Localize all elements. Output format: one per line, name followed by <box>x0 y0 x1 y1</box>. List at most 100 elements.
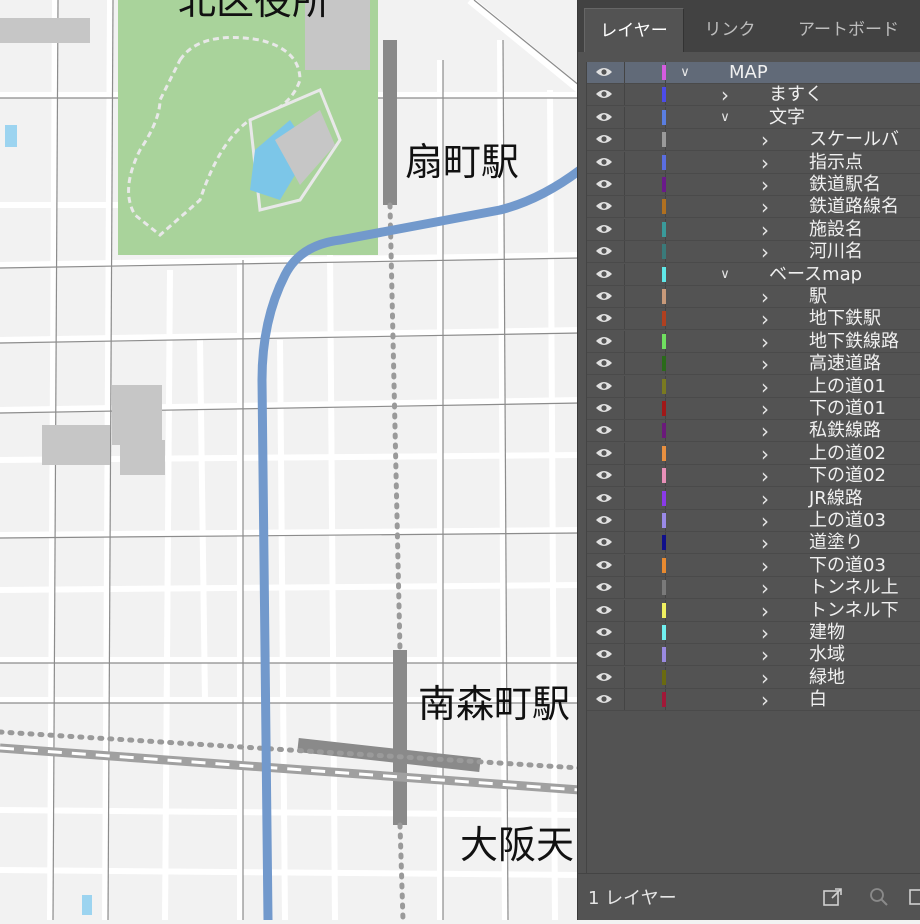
lock-toggle-cell[interactable] <box>624 129 666 151</box>
visibility-eye-icon[interactable] <box>595 447 613 459</box>
lock-toggle-cell[interactable] <box>624 330 666 352</box>
lock-toggle-cell[interactable] <box>624 308 666 330</box>
lock-toggle-cell[interactable] <box>624 106 666 128</box>
layer-row[interactable]: › 上の道03 <box>587 510 920 532</box>
layer-row[interactable]: › トンネル下 <box>587 599 920 622</box>
layer-row[interactable]: › 地下鉄線路 <box>587 330 920 353</box>
chevron-right-icon[interactable]: › <box>759 489 771 509</box>
layer-row[interactable]: › 水域 <box>587 644 920 667</box>
lock-toggle-cell[interactable] <box>624 644 666 666</box>
layer-row[interactable]: › 上の道02 <box>587 442 920 465</box>
visibility-eye-icon[interactable] <box>595 88 613 100</box>
lock-toggle-cell[interactable] <box>624 442 666 464</box>
layer-row[interactable]: › 下の道03 <box>587 554 920 577</box>
visibility-eye-icon[interactable] <box>595 111 613 123</box>
layer-row[interactable]: › スケールバ <box>587 129 920 152</box>
chevron-right-icon[interactable]: › <box>759 197 771 217</box>
visibility-eye-icon[interactable] <box>595 626 613 638</box>
layer-row[interactable]: › 鉄道路線名 <box>587 196 920 219</box>
layer-row[interactable]: › 上の道01 <box>587 375 920 398</box>
layer-row[interactable]: › 指示点 <box>587 151 920 174</box>
layer-row[interactable]: › 下の道01 <box>587 398 920 420</box>
lock-toggle-cell[interactable] <box>624 599 666 621</box>
visibility-eye-icon[interactable] <box>595 604 613 616</box>
tab-artboards[interactable]: アートボード <box>776 8 920 52</box>
lock-toggle-cell[interactable] <box>624 487 666 509</box>
layer-row[interactable]: ∨ 文字 <box>587 106 920 129</box>
visibility-eye-icon[interactable] <box>595 66 613 78</box>
layer-row[interactable]: › 緑地 <box>587 666 920 689</box>
chevron-right-icon[interactable]: › <box>759 332 771 352</box>
lock-toggle-cell[interactable] <box>624 554 666 576</box>
visibility-eye-icon[interactable] <box>595 290 613 302</box>
chevron-right-icon[interactable]: › <box>759 578 771 598</box>
visibility-eye-icon[interactable] <box>595 424 613 436</box>
layer-row[interactable]: › ますく <box>587 84 920 107</box>
visibility-eye-icon[interactable] <box>595 223 613 235</box>
layer-row[interactable]: › JR線路 <box>587 487 920 510</box>
visibility-eye-icon[interactable] <box>595 133 613 145</box>
chevron-right-icon[interactable]: › <box>759 556 771 576</box>
lock-toggle-cell[interactable] <box>624 510 666 531</box>
layer-row[interactable]: ∨ MAP <box>587 62 920 84</box>
layer-row[interactable]: ∨ ベースmap <box>587 263 920 286</box>
chevron-right-icon[interactable]: › <box>759 242 771 262</box>
visibility-eye-icon[interactable] <box>595 671 613 683</box>
layer-row[interactable]: › 道塗り <box>587 532 920 555</box>
visibility-eye-icon[interactable] <box>595 156 613 168</box>
chevron-right-icon[interactable]: › <box>759 399 771 419</box>
lock-toggle-cell[interactable] <box>624 622 666 643</box>
chevron-right-icon[interactable]: › <box>759 511 771 531</box>
lock-toggle-cell[interactable] <box>624 689 666 711</box>
lock-toggle-cell[interactable] <box>624 465 666 487</box>
new-layer-icon[interactable] <box>908 886 920 908</box>
lock-toggle-cell[interactable] <box>624 420 666 442</box>
layer-row[interactable]: › 河川名 <box>587 241 920 264</box>
layer-row[interactable]: › 私鉄線路 <box>587 420 920 443</box>
chevron-right-icon[interactable]: › <box>759 377 771 397</box>
layer-row[interactable]: › 地下鉄駅 <box>587 308 920 331</box>
lock-toggle-cell[interactable] <box>624 263 666 285</box>
layer-row[interactable]: › 下の道02 <box>587 465 920 488</box>
chevron-down-icon[interactable]: ∨ <box>679 63 691 83</box>
tab-links[interactable]: リンク <box>686 8 774 52</box>
chevron-down-icon[interactable]: ∨ <box>719 265 731 285</box>
chevron-right-icon[interactable]: › <box>759 220 771 240</box>
lock-toggle-cell[interactable] <box>624 151 666 173</box>
visibility-eye-icon[interactable] <box>595 402 613 414</box>
visibility-eye-icon[interactable] <box>595 335 613 347</box>
visibility-eye-icon[interactable] <box>595 268 613 280</box>
visibility-eye-icon[interactable] <box>595 469 613 481</box>
visibility-eye-icon[interactable] <box>595 492 613 504</box>
lock-toggle-cell[interactable] <box>624 353 666 375</box>
layer-row[interactable]: › 施設名 <box>587 218 920 241</box>
visibility-eye-icon[interactable] <box>595 536 613 548</box>
lock-toggle-cell[interactable] <box>624 398 666 419</box>
visibility-eye-icon[interactable] <box>595 380 613 392</box>
lock-toggle-cell[interactable] <box>624 577 666 599</box>
layer-list[interactable]: ∨ MAP › ますく ∨ 文字 › スケールバ › 指示点 › 鉄道駅名 › 鉄道路線名 › 施設名 › 河川名… <box>586 62 920 874</box>
visibility-eye-icon[interactable] <box>595 559 613 571</box>
chevron-right-icon[interactable]: › <box>759 668 771 688</box>
chevron-right-icon[interactable]: › <box>759 130 771 150</box>
chevron-right-icon[interactable]: › <box>759 533 771 553</box>
export-icon[interactable] <box>822 886 844 908</box>
chevron-right-icon[interactable]: › <box>759 623 771 643</box>
visibility-eye-icon[interactable] <box>595 648 613 660</box>
chevron-right-icon[interactable]: › <box>759 601 771 621</box>
visibility-eye-icon[interactable] <box>595 200 613 212</box>
visibility-eye-icon[interactable] <box>595 178 613 190</box>
lock-toggle-cell[interactable] <box>624 241 666 263</box>
lock-toggle-cell[interactable] <box>624 218 666 240</box>
chevron-right-icon[interactable]: › <box>719 85 731 105</box>
layer-row[interactable]: › 鉄道駅名 <box>587 174 920 196</box>
lock-toggle-cell[interactable] <box>624 62 666 83</box>
lock-toggle-cell[interactable] <box>624 666 666 688</box>
visibility-eye-icon[interactable] <box>595 693 613 705</box>
chevron-right-icon[interactable]: › <box>759 444 771 464</box>
layer-row[interactable]: › 高速道路 <box>587 353 920 376</box>
lock-toggle-cell[interactable] <box>624 174 666 195</box>
visibility-eye-icon[interactable] <box>595 581 613 593</box>
chevron-right-icon[interactable]: › <box>759 175 771 195</box>
lock-toggle-cell[interactable] <box>624 196 666 218</box>
